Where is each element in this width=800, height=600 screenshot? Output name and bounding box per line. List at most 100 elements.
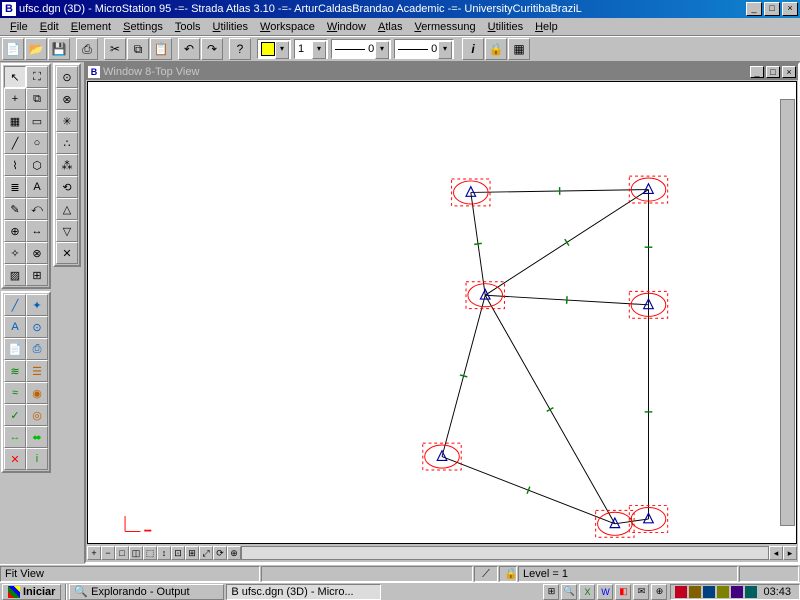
tool-snap[interactable]: ✧: [4, 242, 26, 264]
tool-profile[interactable]: ⬌: [26, 426, 48, 448]
tool-polygon[interactable]: ⬡: [26, 154, 48, 176]
tool-circle[interactable]: ○: [26, 132, 48, 154]
tool-remove[interactable]: ⊗: [56, 88, 78, 110]
color-combo[interactable]: [257, 39, 291, 59]
tool-points[interactable]: ∴: [56, 132, 78, 154]
copy-button[interactable]: ⧉: [127, 38, 149, 60]
tool-multi[interactable]: ⁂: [56, 154, 78, 176]
menu-atlas[interactable]: Atlas: [372, 19, 408, 35]
help-button[interactable]: ?: [229, 38, 251, 60]
minimize-button[interactable]: _: [746, 2, 762, 16]
tool-text[interactable]: A: [26, 176, 48, 198]
horizontal-scrollbar[interactable]: [241, 546, 769, 560]
tool-triangle[interactable]: △: [56, 198, 78, 220]
viewctrl-2[interactable]: □: [115, 546, 129, 560]
tool-rotate[interactable]: ⤺: [26, 198, 48, 220]
task-ufsc-dgn-3d-micro-[interactable]: Bufsc.dgn (3D) - Micro...: [226, 584, 381, 600]
tool-annot[interactable]: A: [4, 316, 26, 338]
menu-element[interactable]: Element: [65, 19, 117, 35]
tool-print[interactable]: ⎙: [26, 338, 48, 360]
undo-button[interactable]: ↶: [178, 38, 200, 60]
menu-utilities[interactable]: Utilities: [482, 19, 529, 35]
status-lock-icon[interactable]: 🔒: [499, 566, 517, 582]
doc-close-button[interactable]: ×: [782, 66, 796, 78]
tool-check[interactable]: ✓: [4, 404, 26, 426]
viewctrl-6[interactable]: ⊡: [171, 546, 185, 560]
menu-tools[interactable]: Tools: [169, 19, 207, 35]
tool-pointer[interactable]: ↖: [4, 66, 26, 88]
paste-button[interactable]: 📋: [150, 38, 172, 60]
tool-info[interactable]: i: [26, 448, 48, 470]
tray-icon-2[interactable]: [689, 586, 701, 598]
menu-settings[interactable]: Settings: [117, 19, 169, 35]
redo-button[interactable]: ↷: [201, 38, 223, 60]
tool-del[interactable]: ✕: [4, 448, 26, 470]
cut-button[interactable]: ✂: [104, 38, 126, 60]
tool-line[interactable]: ╱: [4, 132, 26, 154]
scroll-left-button[interactable]: ◂: [769, 546, 783, 560]
viewctrl-0[interactable]: +: [87, 546, 101, 560]
tool-star[interactable]: ✳: [56, 110, 78, 132]
tool-mirror[interactable]: ↔: [26, 220, 48, 242]
lineweight-combo[interactable]: 0: [394, 39, 454, 59]
tool-sheet[interactable]: 📄: [4, 338, 26, 360]
viewctrl-5[interactable]: ↕: [157, 546, 171, 560]
menu-utilities[interactable]: Utilities: [207, 19, 254, 35]
tool-contour[interactable]: ≈: [4, 382, 26, 404]
ql-icon-7[interactable]: ⊕: [651, 584, 667, 600]
tool-delete[interactable]: ⊗: [26, 242, 48, 264]
tray-icon-1[interactable]: [675, 586, 687, 598]
ql-icon-1[interactable]: ⊞: [543, 584, 559, 600]
view-button[interactable]: ▦: [508, 38, 530, 60]
viewctrl-9[interactable]: ⟳: [213, 546, 227, 560]
viewctrl-8[interactable]: ⤢: [199, 546, 213, 560]
tray-icon-3[interactable]: [703, 586, 715, 598]
tray-icon-5[interactable]: [731, 586, 743, 598]
tool-spot[interactable]: ◉: [26, 382, 48, 404]
layer-combo[interactable]: 1: [294, 39, 328, 59]
tool-cross[interactable]: ✕: [56, 242, 78, 264]
tool-array[interactable]: ⊕: [4, 220, 26, 242]
lock-button[interactable]: 🔒: [485, 38, 507, 60]
vertical-scrollbar[interactable]: [780, 99, 795, 526]
tool-fill[interactable]: ▨: [4, 264, 26, 286]
ql-icon-5[interactable]: ◧: [615, 584, 631, 600]
open-button[interactable]: 📂: [25, 38, 47, 60]
canvas[interactable]: --: [87, 81, 797, 544]
ql-icon-4[interactable]: W: [597, 584, 613, 600]
maximize-button[interactable]: □: [764, 2, 780, 16]
tool-undo[interactable]: ⟲: [56, 176, 78, 198]
tool-curve[interactable]: ⌇: [4, 154, 26, 176]
tool-surface[interactable]: ≋: [4, 360, 26, 382]
tool-node[interactable]: ✦: [26, 294, 48, 316]
ql-icon-6[interactable]: ✉: [633, 584, 649, 600]
viewctrl-10[interactable]: ⊕: [227, 546, 241, 560]
viewctrl-4[interactable]: ⬚: [143, 546, 157, 560]
tool-rectangle[interactable]: ▭: [26, 110, 48, 132]
save-button[interactable]: 💾: [48, 38, 70, 60]
close-button[interactable]: ×: [782, 2, 798, 16]
tool-select-box[interactable]: ⧉: [26, 88, 48, 110]
print-button[interactable]: ⎙: [76, 38, 98, 60]
ql-icon-2[interactable]: 🔍: [561, 584, 577, 600]
tray-icon-4[interactable]: [717, 586, 729, 598]
status-snap-icon[interactable]: ⟋: [474, 566, 498, 582]
start-button[interactable]: Iniciar: [2, 584, 61, 600]
tool-hatch[interactable]: ≣: [4, 176, 26, 198]
tray-icon-6[interactable]: [745, 586, 757, 598]
scroll-right-button[interactable]: ▸: [783, 546, 797, 560]
tool-target[interactable]: ⊙: [56, 66, 78, 88]
menu-vermessung[interactable]: Vermessung: [408, 19, 481, 35]
new-button[interactable]: 📄: [2, 38, 24, 60]
linestyle-combo[interactable]: 0: [331, 39, 391, 59]
tool-pattern[interactable]: ▦: [4, 110, 26, 132]
viewctrl-3[interactable]: ◫: [129, 546, 143, 560]
tool-circle2[interactable]: ◎: [26, 404, 48, 426]
tool-grid[interactable]: ⊞: [26, 264, 48, 286]
ql-icon-3[interactable]: X: [579, 584, 595, 600]
menu-edit[interactable]: Edit: [34, 19, 65, 35]
doc-minimize-button[interactable]: _: [750, 66, 764, 78]
viewctrl-7[interactable]: ⊞: [185, 546, 199, 560]
tool-point[interactable]: +: [4, 88, 26, 110]
tool-align[interactable]: ╱: [4, 294, 26, 316]
